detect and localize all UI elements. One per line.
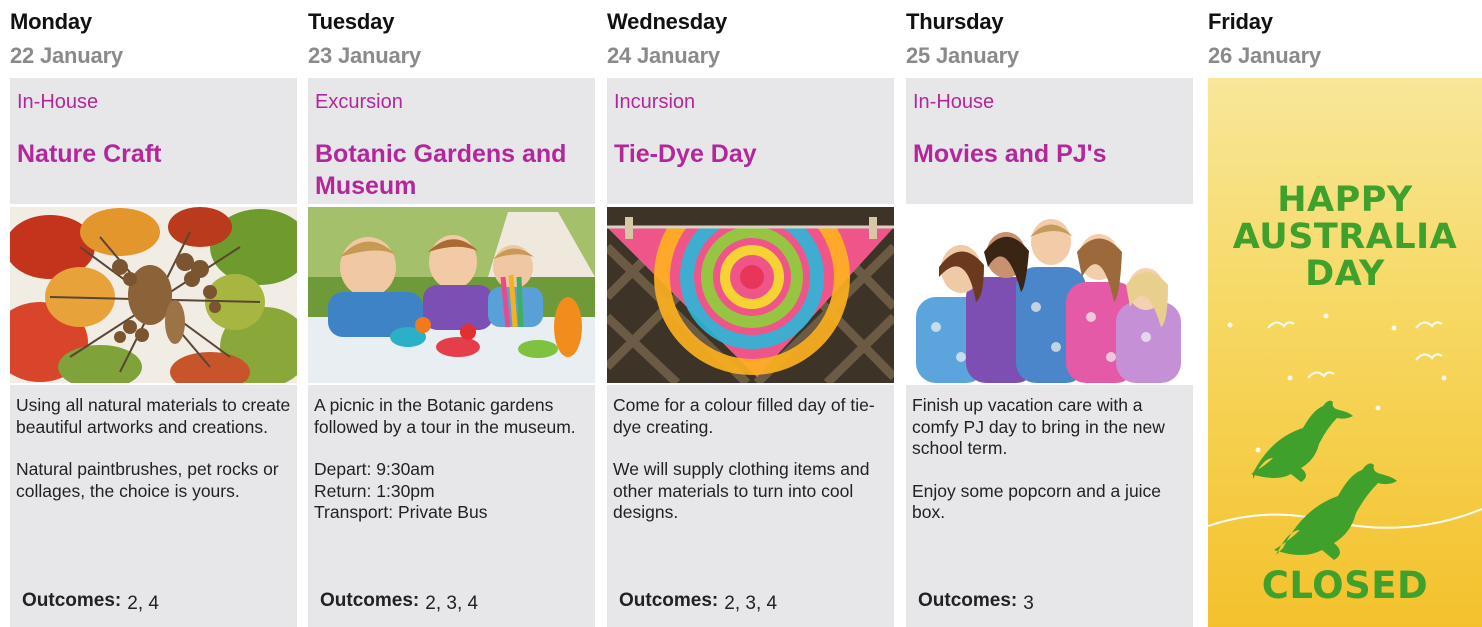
day-name: Friday (1208, 9, 1273, 34)
description-paragraph: Using all natural materials to create be… (16, 395, 291, 437)
activity-category: In-House (17, 91, 99, 113)
day-date: 24 January (607, 43, 720, 68)
activity-details: Finish up vacation care with a comfy PJ … (906, 385, 1193, 627)
activity-title: Movies and PJ's (913, 140, 1107, 168)
activity-header: In-House Nature Craft (10, 78, 297, 204)
day-date: 26 January (1208, 43, 1321, 68)
day-date: 23 January (308, 43, 421, 68)
day-date: 22 January (10, 43, 123, 68)
kids-in-pyjamas-photo (906, 207, 1193, 383)
kids-picnic-photo (308, 207, 595, 383)
day-column-thursday: Thursday 25 January In-House Movies and … (906, 0, 1193, 627)
activity-details: Using all natural materials to create be… (10, 385, 297, 627)
outcomes-value: 2, 3, 4 (724, 593, 778, 614)
outcomes: Outcomes: 2, 3, 4 (619, 590, 778, 614)
day-column-tuesday: Tuesday 23 January Excursion Botanic Gar… (308, 0, 595, 627)
outcomes-value: 2, 4 (127, 593, 159, 614)
activity-header: In-House Movies and PJ's (906, 78, 1193, 204)
day-name: Thursday (906, 9, 1004, 34)
description-paragraph: Depart: 9:30am Return: 1:30pm Transport:… (314, 459, 488, 522)
outcomes: Outcomes: 2, 4 (22, 590, 159, 614)
activity-title: Tie-Dye Day (614, 140, 757, 168)
tie-dye-cloth-photo (607, 207, 894, 383)
autumn-leaves-pinecones-photo (10, 207, 297, 383)
activity-details: Come for a colour filled day of tie-dye … (607, 385, 894, 627)
outcomes-label: Outcomes: (619, 590, 719, 611)
activity-category: In-House (913, 91, 995, 113)
description-paragraph: Finish up vacation care with a comfy PJ … (912, 395, 1165, 458)
day-date: 25 January (906, 43, 1019, 68)
day-column-wednesday: Wednesday 24 January Incursion Tie-Dye D… (607, 0, 894, 627)
description-paragraph: Enjoy some popcorn and a juice box. (912, 480, 1162, 523)
outcomes-value: 3 (1023, 593, 1034, 614)
outcomes: Outcomes: 3 (918, 590, 1034, 614)
description-paragraph: Natural paintbrushes, pet rocks or colla… (16, 459, 279, 501)
kangaroo-icon (1208, 313, 1482, 560)
day-name: Wednesday (607, 9, 728, 34)
outcomes-label: Outcomes: (22, 590, 122, 611)
activity-details: A picnic in the Botanic gardens followed… (308, 385, 595, 627)
activity-category: Incursion (614, 91, 696, 113)
activity-title: Nature Craft (17, 140, 162, 168)
activity-description: Finish up vacation care with a comfy PJ … (912, 395, 1187, 545)
activity-title: Botanic Gardens and Museum (315, 140, 567, 200)
outcomes-label: Outcomes: (918, 590, 1018, 611)
day-column-monday: Monday 22 January In-House Nature Craft (10, 0, 297, 627)
activity-description: Using all natural materials to create be… (16, 395, 291, 523)
activity-header: Excursion Botanic Gardens and Museum (308, 78, 595, 204)
outcomes-label: Outcomes: (320, 590, 420, 611)
activity-description: A picnic in the Botanic gardens followed… (314, 395, 589, 545)
outcomes-value: 2, 3, 4 (425, 593, 479, 614)
outcomes: Outcomes: 2, 3, 4 (320, 590, 479, 614)
description-paragraph: A picnic in the Botanic gardens followed… (314, 395, 576, 437)
closed-label: CLOSED (1261, 564, 1429, 607)
activity-category: Excursion (315, 91, 403, 113)
day-name: Tuesday (308, 9, 395, 34)
description-paragraph: We will supply clothing items and other … (613, 459, 870, 522)
day-name: Monday (10, 9, 92, 34)
activity-header: Incursion Tie-Dye Day (607, 78, 894, 204)
australia-day-banner: HAPPY AUSTRALIA DAY CLOSED (1208, 78, 1482, 627)
description-paragraph: Come for a colour filled day of tie-dye … (613, 395, 875, 437)
activity-description: Come for a colour filled day of tie-dye … (613, 395, 888, 545)
